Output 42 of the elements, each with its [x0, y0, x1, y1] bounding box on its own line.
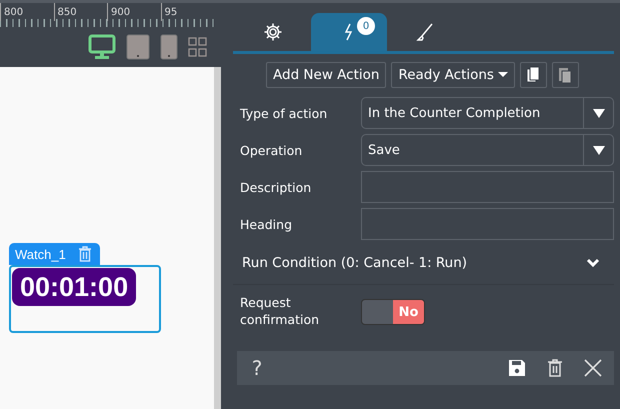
- brush-icon: [416, 23, 434, 41]
- input-field[interactable]: [361, 171, 614, 203]
- panel-tab[interactable]: 0: [311, 13, 387, 51]
- widget-frame[interactable]: 00:01:00: [9, 265, 161, 333]
- widget-name: Watch_1: [15, 246, 66, 262]
- ruler-label: 900: [107, 3, 160, 21]
- monitor-icon[interactable]: [88, 34, 116, 60]
- input-field[interactable]: [361, 208, 614, 240]
- grid-icon[interactable]: [188, 36, 208, 58]
- field-label: Operation: [239, 142, 304, 158]
- ready-actions-dropdown[interactable]: Ready Actions: [391, 62, 515, 88]
- add-action-button[interactable]: Add New Action: [266, 62, 386, 88]
- dropdown-arrow-icon: [592, 108, 604, 118]
- select-field[interactable]: Save: [361, 134, 614, 166]
- ruler-label: 800: [0, 3, 54, 21]
- field-label: Heading: [239, 216, 294, 232]
- copy-icon: [526, 66, 540, 84]
- field-label: Request confirmation: [239, 295, 320, 329]
- close-icon: [584, 359, 602, 377]
- timer-display: 00:01:00: [12, 268, 136, 306]
- settings-icon: [263, 22, 283, 42]
- scrollbar[interactable]: [214, 67, 221, 409]
- help-button[interactable]: ?: [245, 353, 269, 383]
- field-label: Type of action: [239, 106, 328, 120]
- caret-icon: [498, 72, 508, 78]
- run-condition-header[interactable]: Run Condition (0: Cancel- 1: Run): [233, 242, 614, 285]
- phone-icon[interactable]: [160, 34, 178, 60]
- select-field[interactable]: In the Counter Completion: [361, 97, 614, 129]
- paste-icon: [558, 66, 572, 84]
- save-icon: [508, 359, 526, 377]
- section-title: Run Condition (0: Cancel- 1: Run): [242, 255, 468, 271]
- ruler-label: 95: [160, 3, 214, 21]
- trash-icon[interactable]: [78, 246, 92, 262]
- tablet-icon[interactable]: [126, 34, 150, 60]
- count-badge: 0: [357, 17, 375, 35]
- copy-button[interactable]: [520, 62, 547, 88]
- paste-button[interactable]: [552, 62, 579, 88]
- ruler-label: 850: [54, 3, 107, 21]
- field-label: Description: [239, 180, 312, 194]
- lightning-icon: [343, 23, 355, 41]
- trash-icon: [547, 359, 563, 377]
- dropdown-arrow-icon: [592, 146, 604, 154]
